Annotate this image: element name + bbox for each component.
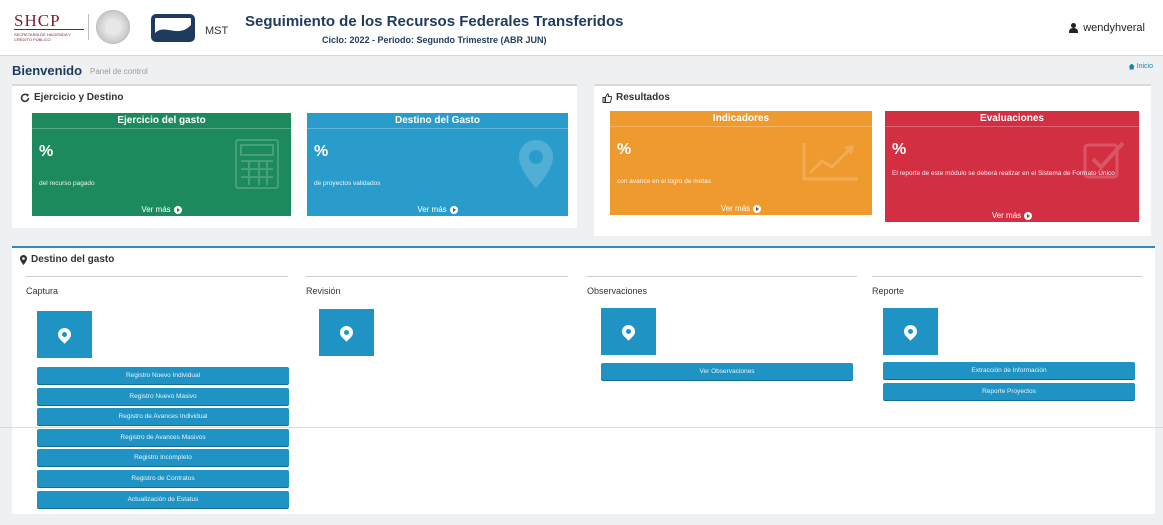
btn-registro-avances-individual[interactable]: Registro de Avances Individual: [37, 408, 289, 425]
btn-extraccion-informacion[interactable]: Extracción de Información: [883, 362, 1135, 379]
captura-pin-button[interactable]: [37, 311, 92, 358]
breadcrumb-home-link[interactable]: Inicio: [1128, 63, 1153, 70]
column-captura: Captura: [26, 276, 288, 296]
line-chart-icon: [802, 143, 858, 181]
ver-mas-link[interactable]: Ver más: [307, 205, 568, 214]
card-value: %: [314, 143, 329, 160]
ver-mas-label: Ver más: [141, 205, 171, 214]
column-divider: [872, 276, 1142, 277]
page-title: Bienvenido: [12, 63, 83, 78]
mst-label: MST: [205, 25, 229, 37]
ejercicio-destino-panel: Ejercicio y Destino Ejercicio del gasto …: [12, 84, 577, 228]
ver-mas-link[interactable]: Ver más: [32, 205, 291, 214]
card-title: Indicadores: [610, 111, 872, 127]
thumbs-up-icon: [602, 92, 612, 103]
card-description: del recurso pagado: [39, 180, 95, 187]
app-title: Seguimiento de los Recursos Federales Tr…: [245, 13, 624, 30]
shcp-logo-text: SHCP: [14, 12, 84, 30]
ejercicio-destino-heading-label: Ejercicio y Destino: [34, 92, 124, 103]
card-description: con avance en el logro de metas: [617, 178, 711, 185]
home-icon: [1128, 63, 1135, 70]
btn-registro-contratos[interactable]: Registro de Contratos: [37, 470, 289, 487]
user-name: wendyhveral: [1083, 22, 1145, 34]
btn-registro-nuevo-individual[interactable]: Registro Nuevo Individual: [37, 367, 289, 384]
logo-divider: [88, 14, 89, 40]
ver-mas-link[interactable]: Ver más: [885, 211, 1139, 220]
column-title: Revisión: [306, 286, 341, 296]
card-title: Destino del Gasto: [307, 113, 568, 129]
btn-actualizacion-estatus[interactable]: Actualización de Estatus: [37, 491, 289, 508]
card-evaluaciones: Evaluaciones % El reporte de este módulo…: [885, 111, 1139, 222]
ver-mas-label: Ver más: [991, 211, 1022, 220]
home-link-label: Inicio: [1136, 63, 1153, 70]
card-destino-del-gasto: Destino del Gasto % de proyectos validad…: [307, 113, 568, 216]
destino-gasto-panel: Destino del gasto Captura Registro Nuevo…: [12, 246, 1155, 514]
column-observaciones: Observaciones: [587, 276, 857, 296]
arrow-circle-right-icon: [173, 205, 182, 214]
card-title: Evaluaciones: [885, 111, 1139, 127]
revision-pin-button[interactable]: [319, 309, 374, 356]
top-navbar: SHCP SECRETARÍA DE HACIENDA Y CRÉDITO PÚ…: [0, 0, 1163, 56]
arrow-circle-right-icon: [753, 204, 762, 213]
card-value: %: [617, 141, 632, 158]
user-icon: [1069, 23, 1079, 33]
reporte-pin-button[interactable]: [883, 308, 938, 355]
shcp-logo-subtext: SECRETARÍA DE HACIENDA Y CRÉDITO PÚBLICO: [14, 32, 71, 42]
column-divider: [306, 276, 568, 277]
column-revision: Revisión: [306, 276, 568, 296]
map-marker-icon: [55, 325, 74, 344]
ver-mas-label: Ver más: [417, 205, 447, 214]
btn-reporte-proyectos[interactable]: Reporte Proyectos: [883, 383, 1135, 400]
column-title: Reporte: [872, 286, 905, 296]
page-subtitle: Panel de control: [90, 67, 148, 76]
ejercicio-destino-heading: Ejercicio y Destino: [20, 92, 123, 103]
btn-registro-nuevo-masivo[interactable]: Registro Nuevo Masivo: [37, 388, 289, 405]
column-reporte: Reporte: [872, 276, 1142, 296]
destino-gasto-heading-label: Destino del gasto: [31, 254, 115, 265]
card-value: %: [892, 141, 907, 158]
resultados-heading-label: Resultados: [616, 92, 670, 103]
column-title: Captura: [26, 286, 59, 296]
btn-registro-avances-masivos[interactable]: Registro de Avances Masivos: [37, 429, 289, 446]
ver-mas-link[interactable]: Ver más: [610, 204, 872, 213]
card-title: Ejercicio del gasto: [32, 113, 291, 129]
map-marker-icon: [619, 322, 638, 341]
btn-registro-incompleto[interactable]: Registro Incompleto: [37, 449, 289, 466]
shcp-logo[interactable]: SHCP SECRETARÍA DE HACIENDA Y CRÉDITO PÚ…: [14, 12, 84, 42]
column-divider: [587, 276, 857, 277]
observaciones-pin-button[interactable]: [601, 308, 656, 355]
user-menu[interactable]: wendyhveral: [1069, 22, 1145, 34]
refresh-icon: [20, 93, 30, 102]
national-seal-icon: [96, 10, 130, 44]
column-title: Observaciones: [587, 286, 648, 296]
arrow-circle-right-icon: [449, 205, 458, 214]
card-indicadores: Indicadores % con avance en el logro de …: [610, 111, 872, 215]
card-description: de proyectos validados: [314, 180, 381, 187]
ver-mas-label: Ver más: [720, 204, 751, 213]
mst-logo-icon[interactable]: [150, 13, 196, 43]
btn-ver-observaciones[interactable]: Ver Observaciones: [601, 363, 853, 380]
calculator-icon: [235, 139, 279, 189]
map-marker-icon: [519, 140, 553, 188]
resultados-panel: Resultados Indicadores % con avance en e…: [594, 84, 1151, 236]
column-divider: [26, 276, 288, 277]
page-header: Bienvenido Panel de control Inicio: [0, 57, 1163, 79]
map-marker-icon: [20, 254, 27, 265]
map-marker-icon: [901, 322, 920, 341]
arrow-circle-right-icon: [1024, 211, 1033, 220]
card-value: %: [39, 143, 54, 160]
destino-gasto-heading: Destino del gasto: [20, 254, 114, 265]
map-marker-icon: [337, 323, 356, 342]
resultados-heading: Resultados: [602, 92, 670, 103]
card-description: El reporte de este módulo se deberá real…: [892, 170, 1115, 177]
highlight-line: [0, 427, 1163, 428]
card-ejercicio-del-gasto: Ejercicio del gasto % del recurso pagado…: [32, 113, 291, 216]
app-cycle-period: Ciclo: 2022 - Periodo: Segundo Trimestre…: [322, 35, 547, 45]
